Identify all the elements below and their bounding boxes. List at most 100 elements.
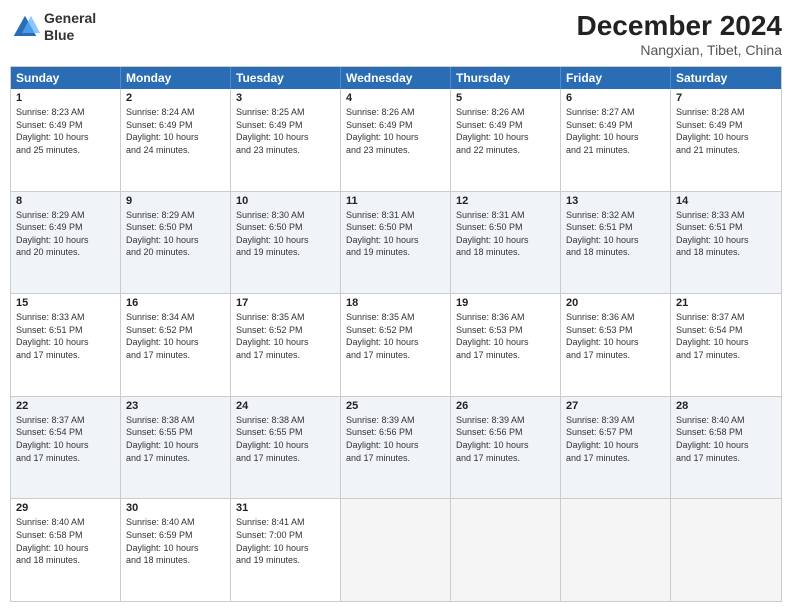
day-number: 11 [346, 195, 445, 207]
calendar-cell: 17Sunrise: 8:35 AM Sunset: 6:52 PM Dayli… [231, 294, 341, 396]
calendar-cell: 26 Sunrise: 8:39 AM Sunset: 6:56 PM Dayli… [451, 397, 561, 499]
calendar-cell: 5 Sunrise: 8:26 AM Sunset: 6:49 PM Daylig… [451, 89, 561, 191]
calendar-cell: 28Sunrise: 8:40 AM Sunset: 6:58 PM Dayli… [671, 397, 781, 499]
calendar-cell [561, 499, 671, 601]
day-number: 23 [126, 400, 225, 412]
calendar-cell: 16 Sunrise: 8:34 AM Sunset: 6:52 PM Dayli… [121, 294, 231, 396]
logo-icon [10, 12, 40, 42]
day-number: 3 [236, 92, 335, 104]
day-number: 19 [456, 297, 555, 309]
day-number: 15 [16, 297, 115, 309]
calendar-cell: 31Sunrise: 8:41 AM Sunset: 7:00 PM Dayli… [231, 499, 341, 601]
day-info: Sunrise: 8:33 AM Sunset: 6:51 PM Dayligh… [676, 209, 776, 259]
logo-line2: Blue [44, 27, 96, 44]
day-number: 22 [16, 400, 115, 412]
calendar-cell: 19 Sunrise: 8:36 AM Sunset: 6:53 PM Dayli… [451, 294, 561, 396]
calendar-row-3: 15 Sunrise: 8:33 AM Sunset: 6:51 PM Dayli… [11, 294, 781, 397]
calendar-cell: 21 Sunrise: 8:37 AM Sunset: 6:54 PM Dayli… [671, 294, 781, 396]
day-number: 24 [236, 400, 335, 412]
day-info: Sunrise: 8:34 AM Sunset: 6:52 PM Dayligh… [126, 311, 225, 361]
day-number: 25 [346, 400, 445, 412]
calendar-cell [451, 499, 561, 601]
day-number: 29 [16, 502, 115, 514]
day-info: Sunrise: 8:27 AM Sunset: 6:49 PM Dayligh… [566, 106, 665, 156]
day-info: Sunrise: 8:32 AM Sunset: 6:51 PM Dayligh… [566, 209, 665, 259]
calendar-cell: 20Sunrise: 8:36 AM Sunset: 6:53 PM Dayli… [561, 294, 671, 396]
day-info: Sunrise: 8:26 AM Sunset: 6:49 PM Dayligh… [456, 106, 555, 156]
day-info: Sunrise: 8:40 AM Sunset: 6:59 PM Dayligh… [126, 516, 225, 566]
day-info: Sunrise: 8:29 AM Sunset: 6:49 PM Dayligh… [16, 209, 115, 259]
calendar-cell: 9Sunrise: 8:29 AM Sunset: 6:50 PM Daylig… [121, 192, 231, 294]
day-number: 30 [126, 502, 225, 514]
day-number: 16 [126, 297, 225, 309]
calendar-body: 1 Sunrise: 8:23 AM Sunset: 6:49 PM Daylig… [11, 89, 781, 601]
day-info: Sunrise: 8:39 AM Sunset: 6:57 PM Dayligh… [566, 414, 665, 464]
day-info: Sunrise: 8:38 AM Sunset: 6:55 PM Dayligh… [236, 414, 335, 464]
day-info: Sunrise: 8:33 AM Sunset: 6:51 PM Dayligh… [16, 311, 115, 361]
calendar-cell: 10 Sunrise: 8:30 AM Sunset: 6:50 PM Dayli… [231, 192, 341, 294]
calendar-cell: 3 Sunrise: 8:25 AM Sunset: 6:49 PM Daylig… [231, 89, 341, 191]
logo-line1: General [44, 10, 96, 27]
logo-text: General Blue [44, 10, 96, 44]
calendar-cell: 6Sunrise: 8:27 AM Sunset: 6:49 PM Daylig… [561, 89, 671, 191]
day-number: 1 [16, 92, 115, 104]
day-number: 27 [566, 400, 665, 412]
calendar-row-1: 1 Sunrise: 8:23 AM Sunset: 6:49 PM Daylig… [11, 89, 781, 192]
day-number: 7 [676, 92, 776, 104]
day-number: 18 [346, 297, 445, 309]
calendar-header: SundayMondayTuesdayWednesdayThursdayFrid… [11, 67, 781, 89]
day-info: Sunrise: 8:40 AM Sunset: 6:58 PM Dayligh… [16, 516, 115, 566]
day-info: Sunrise: 8:31 AM Sunset: 6:50 PM Dayligh… [456, 209, 555, 259]
header-day-friday: Friday [561, 67, 671, 89]
day-number: 12 [456, 195, 555, 207]
day-info: Sunrise: 8:38 AM Sunset: 6:55 PM Dayligh… [126, 414, 225, 464]
calendar: SundayMondayTuesdayWednesdayThursdayFrid… [10, 66, 782, 602]
calendar-cell: 18 Sunrise: 8:35 AM Sunset: 6:52 PM Dayli… [341, 294, 451, 396]
day-info: Sunrise: 8:35 AM Sunset: 6:52 PM Dayligh… [346, 311, 445, 361]
day-number: 21 [676, 297, 776, 309]
calendar-cell: 30 Sunrise: 8:40 AM Sunset: 6:59 PM Dayli… [121, 499, 231, 601]
calendar-cell: 15 Sunrise: 8:33 AM Sunset: 6:51 PM Dayli… [11, 294, 121, 396]
calendar-cell: 8 Sunrise: 8:29 AM Sunset: 6:49 PM Daylig… [11, 192, 121, 294]
calendar-cell: 14 Sunrise: 8:33 AM Sunset: 6:51 PM Dayli… [671, 192, 781, 294]
day-info: Sunrise: 8:40 AM Sunset: 6:58 PM Dayligh… [676, 414, 776, 464]
calendar-cell: 24 Sunrise: 8:38 AM Sunset: 6:55 PM Dayli… [231, 397, 341, 499]
day-number: 10 [236, 195, 335, 207]
day-info: Sunrise: 8:28 AM Sunset: 6:49 PM Dayligh… [676, 106, 776, 156]
day-info: Sunrise: 8:26 AM Sunset: 6:49 PM Dayligh… [346, 106, 445, 156]
calendar-row-2: 8 Sunrise: 8:29 AM Sunset: 6:49 PM Daylig… [11, 192, 781, 295]
header-day-wednesday: Wednesday [341, 67, 451, 89]
day-number: 14 [676, 195, 776, 207]
day-number: 5 [456, 92, 555, 104]
day-info: Sunrise: 8:39 AM Sunset: 6:56 PM Dayligh… [456, 414, 555, 464]
main-title: December 2024 [577, 10, 782, 42]
day-number: 13 [566, 195, 665, 207]
header-day-sunday: Sunday [11, 67, 121, 89]
calendar-cell: 27 Sunrise: 8:39 AM Sunset: 6:57 PM Dayli… [561, 397, 671, 499]
calendar-cell: 11Sunrise: 8:31 AM Sunset: 6:50 PM Dayli… [341, 192, 451, 294]
day-info: Sunrise: 8:23 AM Sunset: 6:49 PM Dayligh… [16, 106, 115, 156]
day-number: 8 [16, 195, 115, 207]
calendar-row-5: 29 Sunrise: 8:40 AM Sunset: 6:58 PM Dayli… [11, 499, 781, 601]
day-info: Sunrise: 8:37 AM Sunset: 6:54 PM Dayligh… [676, 311, 776, 361]
calendar-cell: 2 Sunrise: 8:24 AM Sunset: 6:49 PM Daylig… [121, 89, 231, 191]
header-day-tuesday: Tuesday [231, 67, 341, 89]
subtitle: Nangxian, Tibet, China [577, 42, 782, 58]
day-info: Sunrise: 8:24 AM Sunset: 6:49 PM Dayligh… [126, 106, 225, 156]
day-number: 20 [566, 297, 665, 309]
day-info: Sunrise: 8:25 AM Sunset: 6:49 PM Dayligh… [236, 106, 335, 156]
day-info: Sunrise: 8:36 AM Sunset: 6:53 PM Dayligh… [456, 311, 555, 361]
title-block: December 2024 Nangxian, Tibet, China [577, 10, 782, 58]
calendar-cell: 12 Sunrise: 8:31 AM Sunset: 6:50 PM Dayli… [451, 192, 561, 294]
logo: General Blue [10, 10, 96, 44]
day-number: 2 [126, 92, 225, 104]
day-number: 26 [456, 400, 555, 412]
day-info: Sunrise: 8:37 AM Sunset: 6:54 PM Dayligh… [16, 414, 115, 464]
day-info: Sunrise: 8:35 AM Sunset: 6:52 PM Dayligh… [236, 311, 335, 361]
page: General Blue December 2024 Nangxian, Tib… [0, 0, 792, 612]
day-number: 9 [126, 195, 225, 207]
day-info: Sunrise: 8:30 AM Sunset: 6:50 PM Dayligh… [236, 209, 335, 259]
header-day-thursday: Thursday [451, 67, 561, 89]
day-info: Sunrise: 8:41 AM Sunset: 7:00 PM Dayligh… [236, 516, 335, 566]
day-number: 4 [346, 92, 445, 104]
